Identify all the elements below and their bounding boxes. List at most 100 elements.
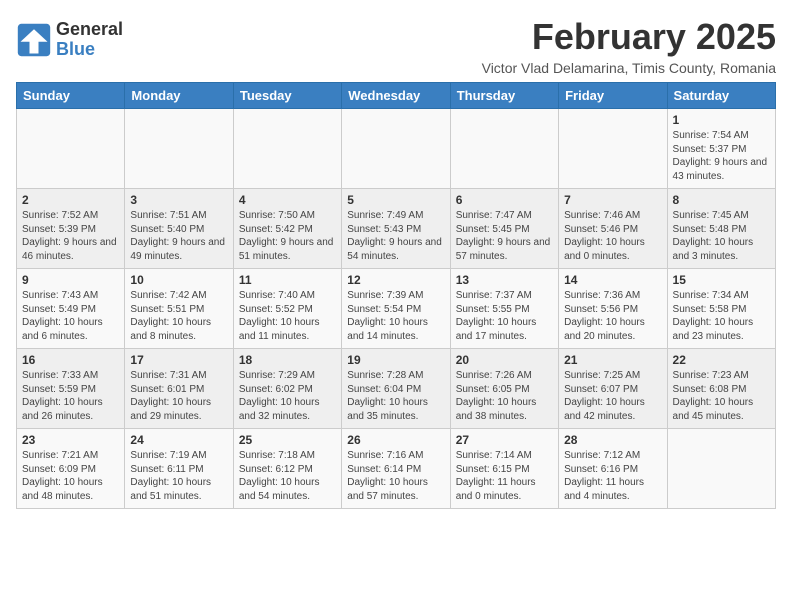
day-info: Sunrise: 7:40 AM Sunset: 5:52 PM Dayligh…: [239, 289, 336, 343]
title-block: February 2025 Victor Vlad Delamarina, Ti…: [482, 16, 776, 76]
month-year: February 2025: [482, 16, 776, 58]
day-info: Sunrise: 7:51 AM Sunset: 5:40 PM Dayligh…: [130, 209, 227, 263]
calendar-week-row: 9 Sunrise: 7:43 AM Sunset: 5:49 PM Daylig…: [17, 269, 776, 349]
day-number: 13: [456, 273, 553, 287]
day-info: Sunrise: 7:33 AM Sunset: 5:59 PM Dayligh…: [22, 369, 119, 423]
day-info: Sunrise: 7:34 AM Sunset: 5:58 PM Dayligh…: [673, 289, 770, 343]
day-number: 24: [130, 433, 227, 447]
calendar-cell: [667, 429, 775, 509]
weekday-header: Friday: [559, 83, 667, 109]
calendar-cell: 6 Sunrise: 7:47 AM Sunset: 5:45 PM Daylig…: [450, 189, 558, 269]
calendar-cell: 2 Sunrise: 7:52 AM Sunset: 5:39 PM Daylig…: [17, 189, 125, 269]
calendar-cell: 15 Sunrise: 7:34 AM Sunset: 5:58 PM Dayli…: [667, 269, 775, 349]
day-info: Sunrise: 7:37 AM Sunset: 5:55 PM Dayligh…: [456, 289, 553, 343]
calendar-cell: 10 Sunrise: 7:42 AM Sunset: 5:51 PM Dayli…: [125, 269, 233, 349]
day-number: 16: [22, 353, 119, 367]
day-info: Sunrise: 7:25 AM Sunset: 6:07 PM Dayligh…: [564, 369, 661, 423]
calendar-cell: [342, 109, 450, 189]
calendar-cell: 21 Sunrise: 7:25 AM Sunset: 6:07 PM Dayli…: [559, 349, 667, 429]
day-number: 14: [564, 273, 661, 287]
calendar-cell: 19 Sunrise: 7:28 AM Sunset: 6:04 PM Dayli…: [342, 349, 450, 429]
calendar-cell: [450, 109, 558, 189]
day-info: Sunrise: 7:28 AM Sunset: 6:04 PM Dayligh…: [347, 369, 444, 423]
calendar-cell: 9 Sunrise: 7:43 AM Sunset: 5:49 PM Daylig…: [17, 269, 125, 349]
day-info: Sunrise: 7:16 AM Sunset: 6:14 PM Dayligh…: [347, 449, 444, 503]
calendar-cell: [559, 109, 667, 189]
calendar-cell: 16 Sunrise: 7:33 AM Sunset: 5:59 PM Dayli…: [17, 349, 125, 429]
calendar-cell: 20Sunrise: 7:26 AM Sunset: 6:05 PM Dayli…: [450, 349, 558, 429]
calendar-cell: 5 Sunrise: 7:49 AM Sunset: 5:43 PM Daylig…: [342, 189, 450, 269]
calendar-cell: [17, 109, 125, 189]
calendar-week-row: 2 Sunrise: 7:52 AM Sunset: 5:39 PM Daylig…: [17, 189, 776, 269]
weekday-header: Tuesday: [233, 83, 341, 109]
day-number: 8: [673, 193, 770, 207]
day-number: 22: [673, 353, 770, 367]
day-number: 21: [564, 353, 661, 367]
location: Victor Vlad Delamarina, Timis County, Ro…: [482, 60, 776, 76]
weekday-header: Sunday: [17, 83, 125, 109]
day-number: 18: [239, 353, 336, 367]
calendar-cell: 1Sunrise: 7:54 AM Sunset: 5:37 PM Daylig…: [667, 109, 775, 189]
weekday-header: Monday: [125, 83, 233, 109]
day-number: 17: [130, 353, 227, 367]
day-info: Sunrise: 7:23 AM Sunset: 6:08 PM Dayligh…: [673, 369, 770, 423]
calendar-week-row: 23 Sunrise: 7:21 AM Sunset: 6:09 PM Dayli…: [17, 429, 776, 509]
day-info: Sunrise: 7:31 AM Sunset: 6:01 PM Dayligh…: [130, 369, 227, 423]
day-number: 2: [22, 193, 119, 207]
calendar-week-row: 1Sunrise: 7:54 AM Sunset: 5:37 PM Daylig…: [17, 109, 776, 189]
logo-general: General: [56, 20, 123, 40]
day-number: 6: [456, 193, 553, 207]
day-info: Sunrise: 7:43 AM Sunset: 5:49 PM Dayligh…: [22, 289, 119, 343]
day-info: Sunrise: 7:19 AM Sunset: 6:11 PM Dayligh…: [130, 449, 227, 503]
day-info: Sunrise: 7:45 AM Sunset: 5:48 PM Dayligh…: [673, 209, 770, 263]
calendar-cell: 27Sunrise: 7:14 AM Sunset: 6:15 PM Dayli…: [450, 429, 558, 509]
day-info: Sunrise: 7:36 AM Sunset: 5:56 PM Dayligh…: [564, 289, 661, 343]
day-number: 25: [239, 433, 336, 447]
logo-icon: [16, 22, 52, 58]
day-info: Sunrise: 7:47 AM Sunset: 5:45 PM Dayligh…: [456, 209, 553, 263]
weekday-header: Thursday: [450, 83, 558, 109]
calendar-cell: 17 Sunrise: 7:31 AM Sunset: 6:01 PM Dayli…: [125, 349, 233, 429]
calendar-cell: [233, 109, 341, 189]
day-info: Sunrise: 7:52 AM Sunset: 5:39 PM Dayligh…: [22, 209, 119, 263]
calendar-cell: 12Sunrise: 7:39 AM Sunset: 5:54 PM Dayli…: [342, 269, 450, 349]
logo: General Blue: [16, 20, 123, 60]
day-info: Sunrise: 7:50 AM Sunset: 5:42 PM Dayligh…: [239, 209, 336, 263]
calendar-cell: 8 Sunrise: 7:45 AM Sunset: 5:48 PM Daylig…: [667, 189, 775, 269]
day-number: 3: [130, 193, 227, 207]
calendar-cell: 4 Sunrise: 7:50 AM Sunset: 5:42 PM Daylig…: [233, 189, 341, 269]
weekday-header: Wednesday: [342, 83, 450, 109]
calendar-cell: 18 Sunrise: 7:29 AM Sunset: 6:02 PM Dayli…: [233, 349, 341, 429]
day-number: 7: [564, 193, 661, 207]
day-number: 10: [130, 273, 227, 287]
day-number: 15: [673, 273, 770, 287]
day-info: Sunrise: 7:21 AM Sunset: 6:09 PM Dayligh…: [22, 449, 119, 503]
day-info: Sunrise: 7:42 AM Sunset: 5:51 PM Dayligh…: [130, 289, 227, 343]
day-number: 23: [22, 433, 119, 447]
weekday-header: Saturday: [667, 83, 775, 109]
calendar-cell: 7 Sunrise: 7:46 AM Sunset: 5:46 PM Daylig…: [559, 189, 667, 269]
day-info: Sunrise: 7:46 AM Sunset: 5:46 PM Dayligh…: [564, 209, 661, 263]
calendar-cell: 3 Sunrise: 7:51 AM Sunset: 5:40 PM Daylig…: [125, 189, 233, 269]
calendar-week-row: 16 Sunrise: 7:33 AM Sunset: 5:59 PM Dayli…: [17, 349, 776, 429]
day-info: Sunrise: 7:49 AM Sunset: 5:43 PM Dayligh…: [347, 209, 444, 263]
day-number: 11: [239, 273, 336, 287]
calendar-table: SundayMondayTuesdayWednesdayThursdayFrid…: [16, 82, 776, 509]
calendar-header-row: SundayMondayTuesdayWednesdayThursdayFrid…: [17, 83, 776, 109]
day-number: 28: [564, 433, 661, 447]
logo-blue: Blue: [56, 40, 123, 60]
day-info: Sunrise: 7:26 AM Sunset: 6:05 PM Dayligh…: [456, 369, 553, 423]
logo-text: General Blue: [56, 20, 123, 60]
calendar-cell: 25Sunrise: 7:18 AM Sunset: 6:12 PM Dayli…: [233, 429, 341, 509]
calendar-cell: [125, 109, 233, 189]
day-number: 19: [347, 353, 444, 367]
day-number: 5: [347, 193, 444, 207]
calendar-cell: 28Sunrise: 7:12 AM Sunset: 6:16 PM Dayli…: [559, 429, 667, 509]
calendar-cell: 14 Sunrise: 7:36 AM Sunset: 5:56 PM Dayli…: [559, 269, 667, 349]
day-number: 9: [22, 273, 119, 287]
day-number: 4: [239, 193, 336, 207]
day-info: Sunrise: 7:29 AM Sunset: 6:02 PM Dayligh…: [239, 369, 336, 423]
day-info: Sunrise: 7:39 AM Sunset: 5:54 PM Dayligh…: [347, 289, 444, 343]
calendar-cell: 13 Sunrise: 7:37 AM Sunset: 5:55 PM Dayli…: [450, 269, 558, 349]
calendar-cell: 11 Sunrise: 7:40 AM Sunset: 5:52 PM Dayli…: [233, 269, 341, 349]
